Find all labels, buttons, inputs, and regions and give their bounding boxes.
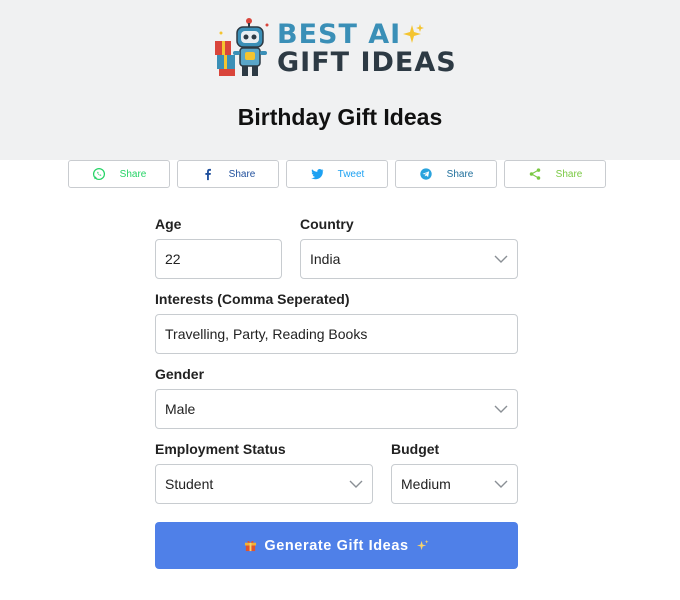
interests-input[interactable]: Travelling, Party, Reading Books <box>155 314 518 354</box>
country-select[interactable]: India <box>300 239 518 279</box>
employment-status-label: Employment Status <box>155 441 286 457</box>
gender-value: Male <box>165 401 196 417</box>
telegram-icon <box>419 168 432 180</box>
whatsapp-share-button[interactable]: Share <box>68 160 170 188</box>
page-title: Birthday Gift Ideas <box>237 104 443 130</box>
age-input[interactable]: 22 <box>155 239 282 279</box>
share-icon <box>529 168 540 180</box>
share-bar: Share Share Tweet Share Share <box>68 160 608 188</box>
country-value: India <box>310 251 341 267</box>
site-logo[interactable]: BEST AI GIFT IDEAS <box>213 15 463 78</box>
budget-value: Medium <box>401 476 451 492</box>
robot-mascot-icon <box>215 18 269 76</box>
share-label: Share <box>228 168 256 180</box>
sparkles-icon <box>416 539 429 551</box>
whatsapp-icon <box>92 167 105 181</box>
age-value: 22 <box>165 251 181 267</box>
generic-share-button[interactable]: Share <box>504 160 606 188</box>
budget-select[interactable]: Medium <box>391 464 518 504</box>
budget-label: Budget <box>391 441 440 457</box>
twitter-share-button[interactable]: Tweet <box>286 160 388 188</box>
chevron-down-icon <box>494 405 508 413</box>
generate-button-label: Generate Gift Ideas <box>264 537 409 554</box>
employment-status-select[interactable]: Student <box>155 464 373 504</box>
chevron-down-icon <box>494 480 508 488</box>
chevron-down-icon <box>494 255 508 263</box>
gender-select[interactable]: Male <box>155 389 518 429</box>
facebook-share-button[interactable]: Share <box>177 160 279 188</box>
sparkles-icon <box>403 24 424 43</box>
telegram-share-button[interactable]: Share <box>395 160 497 188</box>
generate-gift-ideas-button[interactable]: Generate Gift Ideas <box>155 522 518 569</box>
chevron-down-icon <box>349 480 363 488</box>
facebook-icon <box>205 168 211 181</box>
page-header: BEST AI GIFT IDEAS Birthday Gift Ideas <box>0 0 680 160</box>
logo-line-2: GIFT IDEAS <box>277 47 457 78</box>
logo-line-1: BEST AI <box>277 19 402 50</box>
twitter-icon <box>310 169 323 180</box>
share-label: Share <box>555 168 583 180</box>
country-label: Country <box>300 216 354 232</box>
gift-icon <box>245 540 257 552</box>
interests-value: Travelling, Party, Reading Books <box>165 326 368 342</box>
gender-label: Gender <box>155 366 205 382</box>
employment-status-value: Student <box>165 476 214 492</box>
age-label: Age <box>155 216 182 232</box>
interests-label: Interests (Comma Seperated) <box>155 291 350 307</box>
share-label: Share <box>446 168 474 180</box>
share-label: Tweet <box>337 168 365 180</box>
share-label: Share <box>119 168 147 180</box>
